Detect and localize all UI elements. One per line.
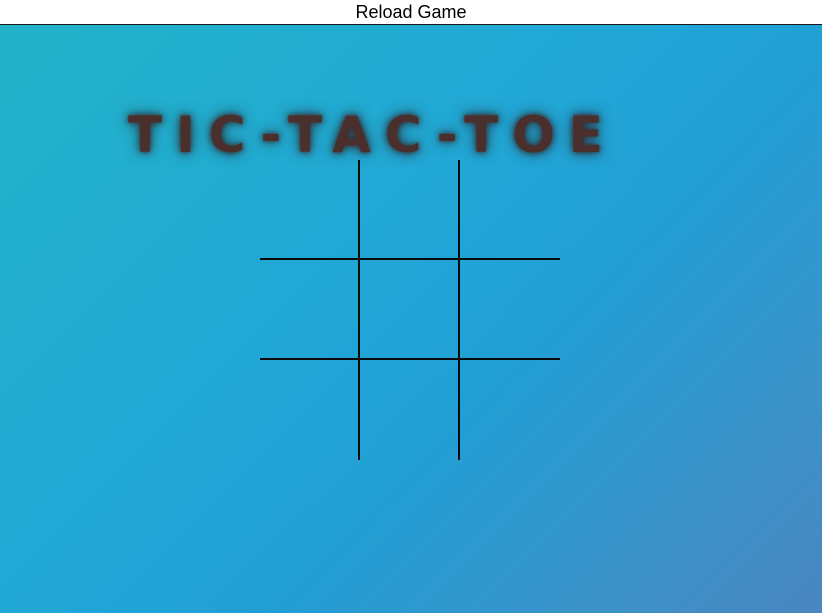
board-cell-0-2[interactable]	[460, 160, 560, 260]
game-board	[260, 160, 560, 460]
board-cell-1-1[interactable]	[360, 260, 460, 360]
board-cell-2-1[interactable]	[360, 360, 460, 460]
board-cell-1-0[interactable]	[260, 260, 360, 360]
board-cell-2-0[interactable]	[260, 360, 360, 460]
game-title: TIC-TAC-TOE	[128, 106, 617, 164]
board-cell-2-2[interactable]	[460, 360, 560, 460]
top-bar: Reload Game	[0, 0, 822, 25]
game-page: Reload Game TIC-TAC-TOE	[0, 0, 822, 613]
game-stage: TIC-TAC-TOE	[0, 25, 822, 613]
board-cell-1-2[interactable]	[460, 260, 560, 360]
board-cell-0-1[interactable]	[360, 160, 460, 260]
reload-game-button[interactable]: Reload Game	[0, 0, 822, 24]
board-cell-0-0[interactable]	[260, 160, 360, 260]
